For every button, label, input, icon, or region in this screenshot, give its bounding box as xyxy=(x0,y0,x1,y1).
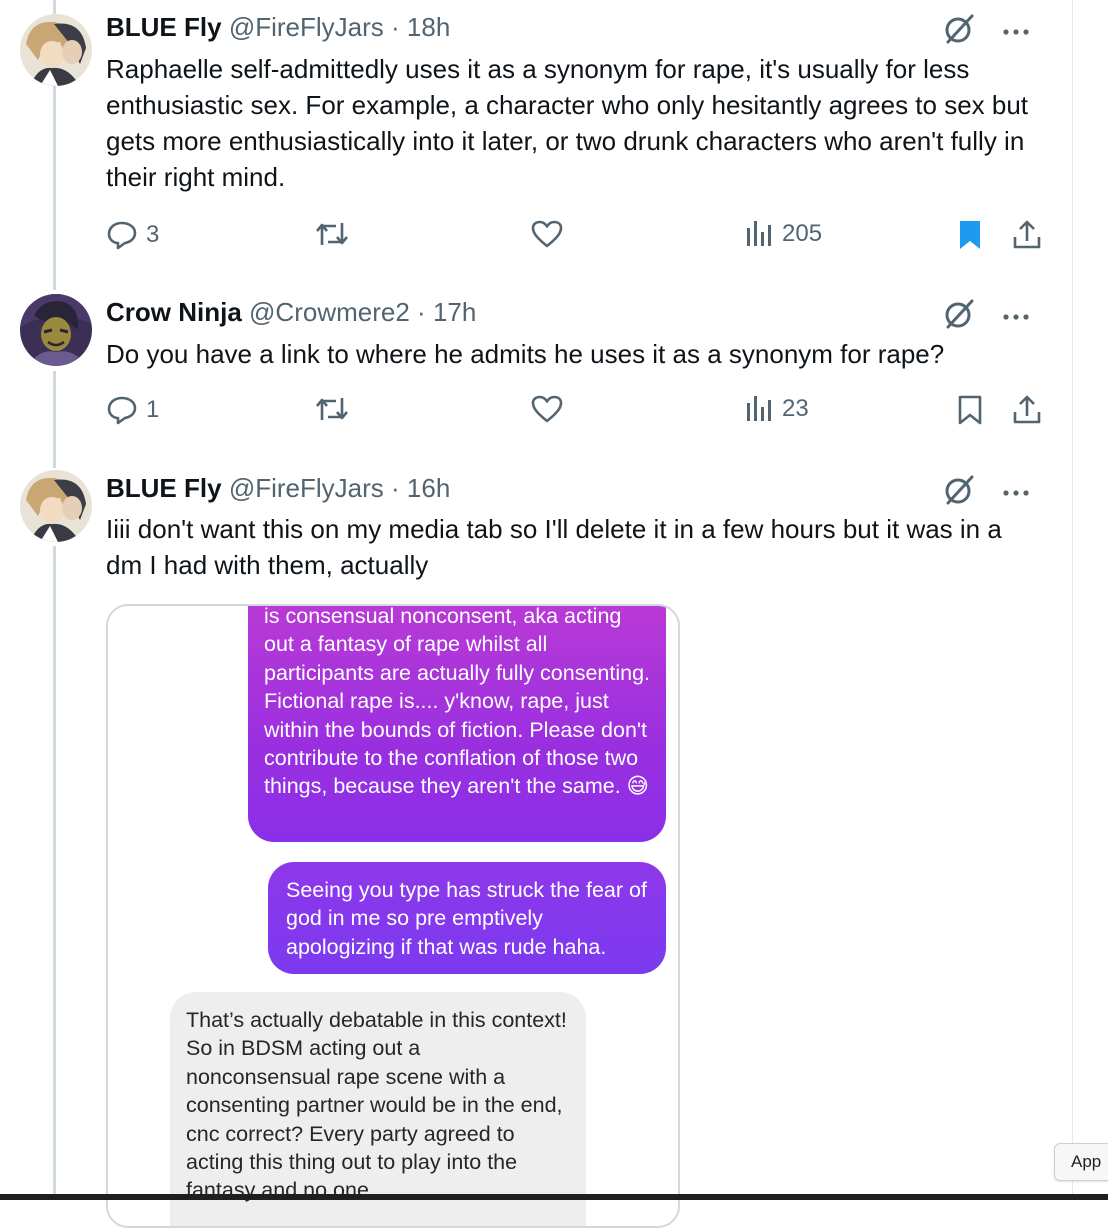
retweet-icon xyxy=(314,219,350,249)
heart-icon xyxy=(530,219,564,249)
share-button[interactable] xyxy=(1012,219,1042,251)
like-button[interactable] xyxy=(530,394,564,424)
display-name[interactable]: BLUE Fly xyxy=(106,473,222,503)
separator-dot: · xyxy=(391,473,400,503)
dm-bubble-sent: is consensual nonconsent, aka acting out… xyxy=(248,606,666,842)
heart-icon xyxy=(530,394,564,424)
share-icon xyxy=(1012,219,1042,251)
reply-count: 1 xyxy=(146,396,160,423)
reply-button[interactable]: 1 xyxy=(106,394,159,426)
bookmark-button[interactable] xyxy=(956,394,984,426)
timestamp[interactable]: 18h xyxy=(407,12,450,42)
separator-dot: · xyxy=(417,297,426,327)
analytics-icon xyxy=(744,394,774,424)
retweet-icon xyxy=(314,394,350,424)
retweet-button[interactable] xyxy=(314,219,350,249)
action-bar: 3 205 xyxy=(106,219,1046,253)
user-handle[interactable]: @Crowmere2 xyxy=(249,297,410,327)
like-button[interactable] xyxy=(530,219,564,249)
reply-count: 3 xyxy=(146,221,160,248)
bookmark-icon xyxy=(956,394,984,426)
attached-image[interactable]: is consensual nonconsent, aka acting out… xyxy=(106,604,680,1228)
views-button[interactable]: 205 xyxy=(744,219,822,249)
avatar[interactable] xyxy=(20,294,92,366)
view-count: 205 xyxy=(782,220,823,247)
app-button[interactable]: App xyxy=(1054,1143,1108,1181)
bookmark-filled-icon xyxy=(956,219,984,251)
tweet-header: Crow Ninja @Crowmere2 · 17h xyxy=(106,295,476,329)
retweet-button[interactable] xyxy=(314,394,350,424)
tweet-header: BLUE Fly @FireFlyJars · 18h xyxy=(106,10,450,44)
dm-bubble-received: That’s actually debatable in this contex… xyxy=(170,992,586,1226)
display-name[interactable]: BLUE Fly xyxy=(106,12,222,42)
column-divider xyxy=(1072,0,1073,1200)
grok-icon[interactable] xyxy=(942,473,976,512)
tweet-header-actions xyxy=(942,297,1030,336)
tweet-header: BLUE Fly @FireFlyJars · 16h xyxy=(106,471,450,505)
avatar[interactable] xyxy=(20,470,92,542)
avatar[interactable] xyxy=(20,14,92,86)
tweet-header-actions xyxy=(942,473,1030,512)
timestamp[interactable]: 17h xyxy=(433,297,476,327)
more-options-icon[interactable] xyxy=(1002,23,1030,41)
reply-icon xyxy=(106,219,138,251)
timestamp[interactable]: 16h xyxy=(407,473,450,503)
reply-button[interactable]: 3 xyxy=(106,219,159,251)
more-options-icon[interactable] xyxy=(1002,484,1030,502)
share-icon xyxy=(1012,394,1042,426)
tweet-text: Do you have a link to where he admits he… xyxy=(106,339,945,369)
grok-icon[interactable] xyxy=(942,297,976,336)
analytics-icon xyxy=(744,219,774,249)
tweet-text: Iiii don't want this on my media tab so … xyxy=(106,514,1002,580)
tweet-text: Raphaelle self-admittedly uses it as a s… xyxy=(106,54,1029,192)
tweet[interactable]: Crow Ninja @Crowmere2 · 17h Do you have … xyxy=(0,282,1072,462)
grok-icon[interactable] xyxy=(942,12,976,51)
separator-dot: · xyxy=(391,12,400,42)
bookmark-button[interactable] xyxy=(956,219,984,251)
action-bar: 1 23 xyxy=(106,394,1046,428)
reply-icon xyxy=(106,394,138,426)
views-button[interactable]: 23 xyxy=(744,394,809,424)
dm-bubble-sent: Seeing you type has struck the fear of g… xyxy=(268,862,666,974)
user-handle[interactable]: @FireFlyJars xyxy=(229,12,384,42)
user-handle[interactable]: @FireFlyJars xyxy=(229,473,384,503)
window-bottom-edge xyxy=(0,1194,1108,1200)
tweet-header-actions xyxy=(942,12,1030,51)
tweet[interactable]: BLUE Fly @FireFlyJars · 18h Raphaelle se… xyxy=(0,0,1072,280)
view-count: 23 xyxy=(782,395,809,422)
share-button[interactable] xyxy=(1012,394,1042,426)
more-options-icon[interactable] xyxy=(1002,308,1030,326)
display-name[interactable]: Crow Ninja xyxy=(106,297,242,327)
